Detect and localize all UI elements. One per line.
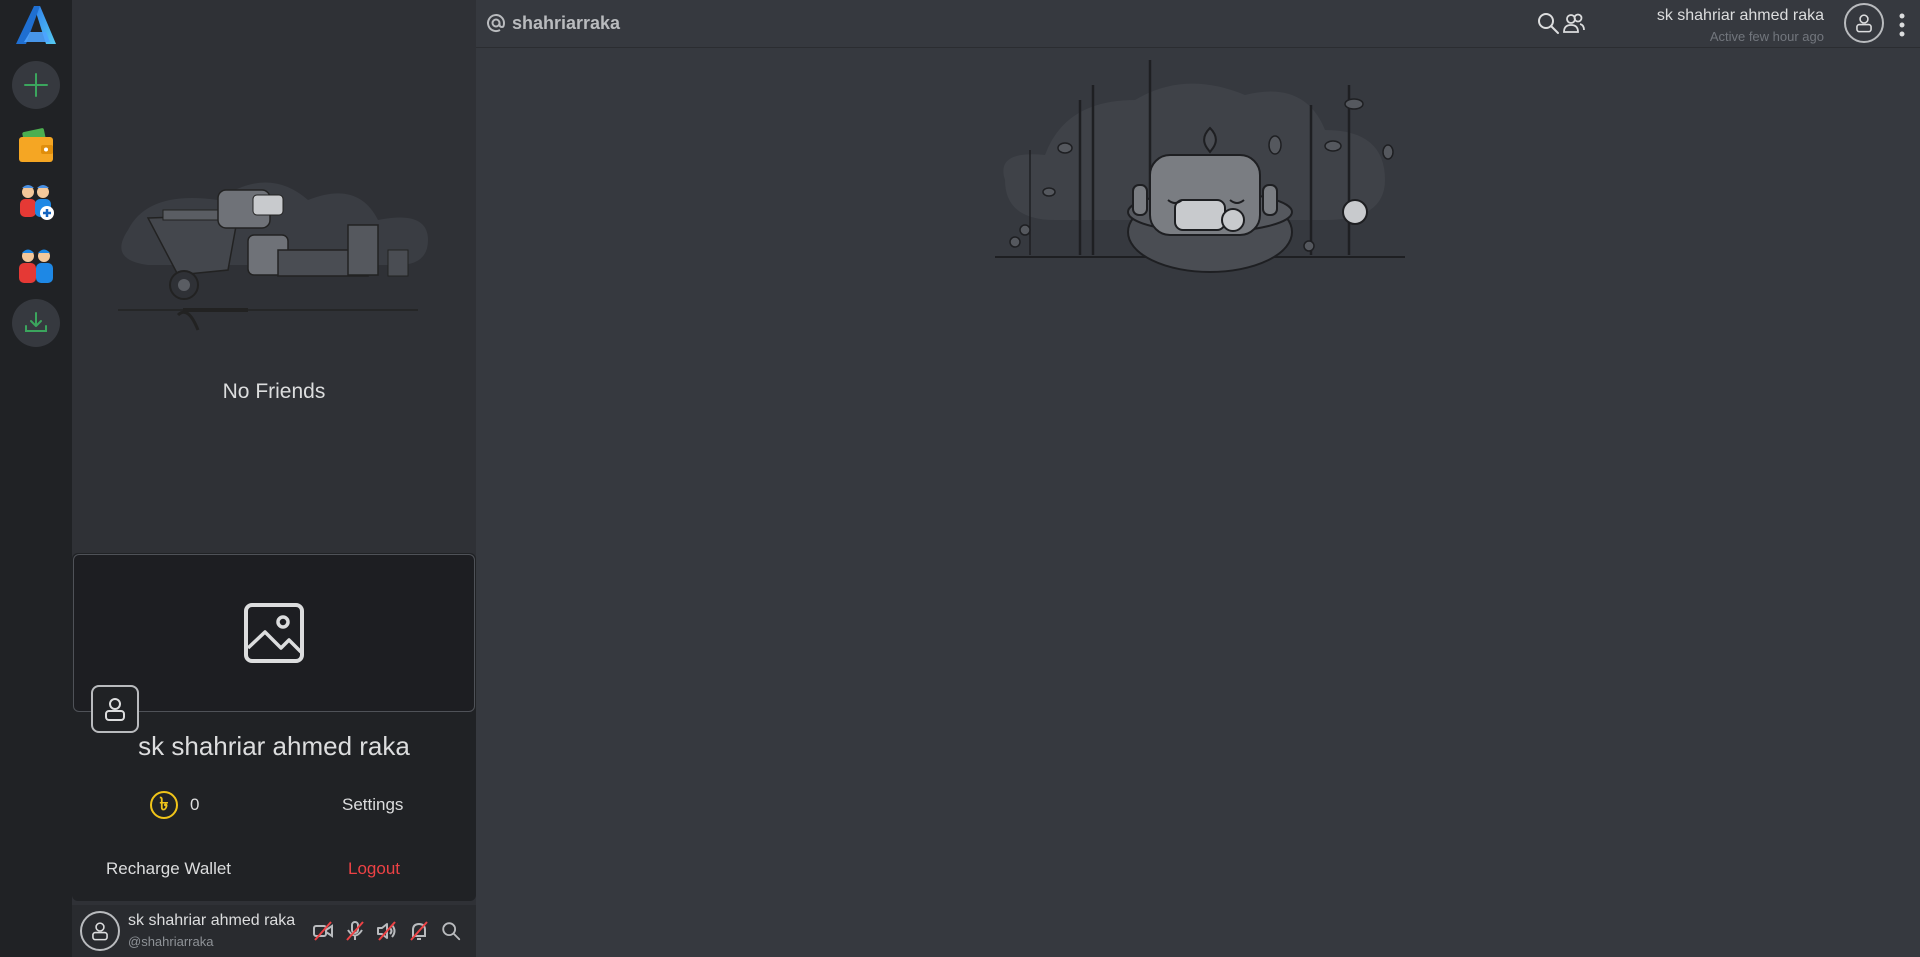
userbar-search-button[interactable] xyxy=(438,918,464,944)
video-off-icon xyxy=(313,921,333,941)
video-off-button[interactable] xyxy=(310,918,336,944)
user-icon xyxy=(92,922,108,941)
add-friends-icon[interactable] xyxy=(16,182,56,222)
profile-card: sk shahriar ahmed raka ৳ 0 Settings Rech… xyxy=(72,553,476,901)
add-server-button[interactable] xyxy=(12,61,60,109)
channel-title: shahriarraka xyxy=(512,13,621,33)
taka-coin-icon: ৳ xyxy=(150,791,178,819)
userbar-handle: @shahriarraka xyxy=(128,934,214,949)
bell-off-icon xyxy=(410,921,428,941)
more-options-icon[interactable] xyxy=(1896,12,1908,38)
user-icon xyxy=(105,698,125,721)
speaker-icon xyxy=(377,921,396,941)
download-app-button[interactable] xyxy=(12,299,60,347)
download-icon xyxy=(25,312,47,332)
empty-chat-illustration xyxy=(995,60,1405,273)
header-user-status: Active few hour ago xyxy=(1709,29,1824,44)
user-icon xyxy=(1856,14,1872,33)
header-avatar[interactable] xyxy=(1844,3,1884,43)
profile-avatar[interactable] xyxy=(91,685,139,733)
app-root: No Friends sk shahriar ahmed raka ৳ 0 Se… xyxy=(0,0,1920,957)
profile-name: sk shahriar ahmed raka xyxy=(138,731,410,761)
userbar-name: sk shahriar ahmed raka xyxy=(128,912,296,929)
coin-balance: ৳ 0 xyxy=(150,791,199,819)
mic-off-icon xyxy=(346,921,364,941)
speaker-button[interactable] xyxy=(374,918,400,944)
wallet-icon[interactable] xyxy=(16,126,56,166)
search-icon xyxy=(442,922,461,941)
userbar-avatar[interactable] xyxy=(80,911,120,951)
main-header: shahriarraka sk shahriar ahmed raka Acti… xyxy=(476,0,1920,48)
coin-balance-value: 0 xyxy=(190,795,200,814)
app-logo-icon[interactable] xyxy=(16,6,56,44)
server-rail xyxy=(0,0,72,957)
header-search-icon[interactable] xyxy=(1536,11,1560,35)
plus-icon xyxy=(24,73,48,97)
mic-mute-button[interactable] xyxy=(342,918,368,944)
no-friends-text: No Friends xyxy=(222,380,326,403)
settings-button[interactable]: Settings xyxy=(342,795,403,815)
notifications-button[interactable] xyxy=(406,918,432,944)
recharge-wallet-button[interactable]: Recharge Wallet xyxy=(106,859,231,879)
empty-friends-illustration xyxy=(118,182,429,331)
image-placeholder-icon xyxy=(244,603,304,663)
logout-button[interactable]: Logout xyxy=(348,859,400,879)
group-icon[interactable] xyxy=(16,246,56,286)
friends-list-icon[interactable] xyxy=(1562,11,1586,35)
at-icon xyxy=(487,14,506,33)
header-user-name: sk shahriar ahmed raka xyxy=(1656,7,1824,24)
user-bar: sk shahriar ahmed raka @shahriarraka xyxy=(72,905,476,957)
